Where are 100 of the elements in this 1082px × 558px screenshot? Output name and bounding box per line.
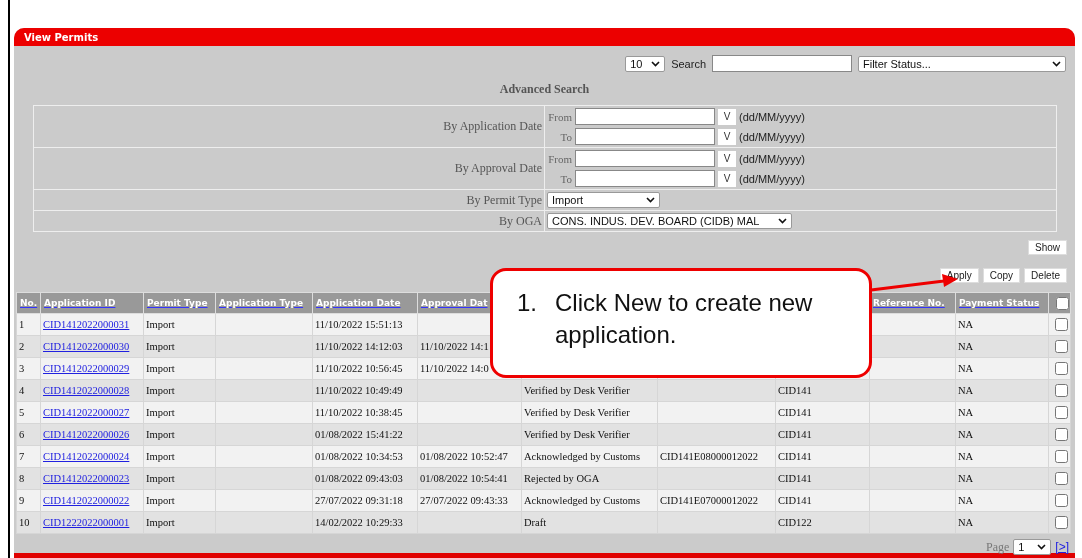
date-picker-button[interactable]: V (718, 108, 736, 125)
row-checkbox[interactable] (1055, 406, 1068, 420)
table-cell: 11/10/2022 14:12:03 (312, 335, 418, 358)
filter-label: By Application Date (443, 119, 542, 134)
table-cell: NA (955, 379, 1049, 402)
row-checkbox[interactable] (1055, 340, 1068, 354)
row-checkbox[interactable] (1055, 428, 1068, 442)
date-field[interactable] (575, 170, 715, 187)
row-checkbox[interactable] (1055, 384, 1068, 398)
table-cell: NA (955, 511, 1049, 534)
row-checkbox[interactable] (1055, 516, 1068, 530)
chevron-down-icon (778, 218, 787, 224)
table-cell: 11/10/2022 10:56:45 (312, 357, 418, 380)
table-cell: 01/08/2022 10:34:53 (312, 445, 418, 468)
table-cell: CID141 (775, 467, 870, 490)
date-label: To (559, 130, 572, 143)
table-cell: 6 (16, 423, 41, 446)
filter-select[interactable]: CONS. INDUS. DEV. BOARD (CIDB) MAL (547, 213, 792, 229)
table-cell: 11/10/2022 15:51:13 (312, 313, 418, 336)
date-field[interactable] (575, 108, 715, 125)
table-cell: NA (955, 423, 1049, 446)
table-cell: Draft (521, 511, 658, 534)
table-cell: Import (143, 445, 216, 468)
advanced-search-title: Advanced Search (498, 81, 591, 98)
date-label: From (547, 110, 572, 123)
filter-select[interactable]: Import (547, 192, 660, 208)
page-label: Page (986, 539, 1010, 555)
table-cell: NA (955, 401, 1049, 424)
action-button[interactable]: Delete (1024, 268, 1067, 283)
filter-label: By Approval Date (454, 161, 542, 176)
date-label: To (559, 172, 572, 185)
table-cell: 7 (16, 445, 41, 468)
row-checkbox[interactable] (1055, 362, 1068, 376)
table-cell: NA (955, 489, 1049, 512)
filter-status-select[interactable]: Filter Status... (858, 55, 1066, 72)
table-cell: Rejected by OGA (521, 467, 658, 490)
date-picker-button[interactable]: V (718, 170, 736, 187)
page-size-select[interactable]: 10 (625, 55, 666, 72)
table-cell: 01/08/2022 10:54:41 (417, 467, 522, 490)
table-cell: NA (955, 357, 1049, 380)
table-cell: Import (143, 511, 216, 534)
table-cell: 27/07/2022 09:43:33 (417, 489, 522, 512)
chevron-down-icon (646, 197, 655, 203)
date-label: From (547, 152, 572, 165)
filter-label: By Permit Type (466, 192, 542, 208)
date-picker-button[interactable]: V (718, 128, 736, 145)
search-label: Search (671, 57, 706, 70)
table-cell: CID141 (775, 401, 870, 424)
show-button[interactable]: Show (1028, 240, 1067, 255)
table-cell: NA (955, 445, 1049, 468)
table-cell: 11/10/2022 10:38:45 (312, 401, 418, 424)
table-cell: 14/02/2022 10:29:33 (312, 511, 418, 534)
table-cell: Import (143, 489, 216, 512)
table-cell: Verified by Desk Verifier (521, 401, 658, 424)
table-cell: 2 (16, 335, 41, 358)
date-format-hint: (dd/MM/yyyy) (739, 152, 805, 165)
date-field[interactable] (575, 128, 715, 145)
filter-label: By OGA (499, 213, 542, 229)
select-all-checkbox[interactable] (1056, 296, 1069, 310)
page-select[interactable]: 1 (1013, 539, 1052, 555)
table-cell: Import (143, 379, 216, 402)
chevron-down-icon (651, 60, 661, 67)
table-cell: NA (955, 467, 1049, 490)
date-field[interactable] (575, 150, 715, 167)
table-cell: 5 (16, 401, 41, 424)
step-number: 1. (517, 288, 538, 318)
table-cell: Verified by Desk Verifier (521, 379, 658, 402)
table-cell: Import (143, 467, 216, 490)
table-cell: Acknowledged by Customs (521, 445, 658, 468)
next-page-link[interactable]: [>] (1055, 540, 1069, 554)
search-field[interactable] (712, 55, 852, 72)
row-checkbox[interactable] (1055, 472, 1068, 486)
action-button[interactable]: Copy (982, 268, 1021, 283)
table-cell: CID141E08000012022 (657, 445, 776, 468)
table-cell: NA (955, 313, 1049, 336)
chevron-down-icon (1037, 544, 1047, 550)
row-checkbox[interactable] (1055, 494, 1068, 508)
chevron-down-icon (1052, 60, 1061, 67)
date-format-hint: (dd/MM/yyyy) (739, 110, 805, 123)
table-cell: Import (143, 335, 216, 358)
table-cell: 1 (16, 313, 41, 336)
table-cell: Import (143, 401, 216, 424)
table-cell: Import (143, 357, 216, 380)
table-cell: 01/08/2022 15:41:22 (312, 423, 418, 446)
instruction-text: Click New to create new application. (555, 288, 814, 350)
table-cell: 9 (16, 489, 41, 512)
panel-title: View Permits (14, 28, 1075, 46)
table-cell: CID122 (775, 511, 870, 534)
row-checkbox[interactable] (1055, 450, 1068, 464)
date-picker-button[interactable]: V (718, 150, 736, 167)
row-checkbox[interactable] (1055, 318, 1068, 332)
table-cell: 27/07/2022 09:31:18 (312, 489, 418, 512)
table-cell: 01/08/2022 09:43:03 (312, 467, 418, 490)
table-cell: CID141E07000012022 (657, 489, 776, 512)
table-cell: NA (955, 335, 1049, 358)
table-cell: 3 (16, 357, 41, 380)
table-cell: Import (143, 313, 216, 336)
table-cell: CID141 (775, 445, 870, 468)
table-cell: CID141 (775, 379, 870, 402)
table-cell: CID141 (775, 489, 870, 512)
